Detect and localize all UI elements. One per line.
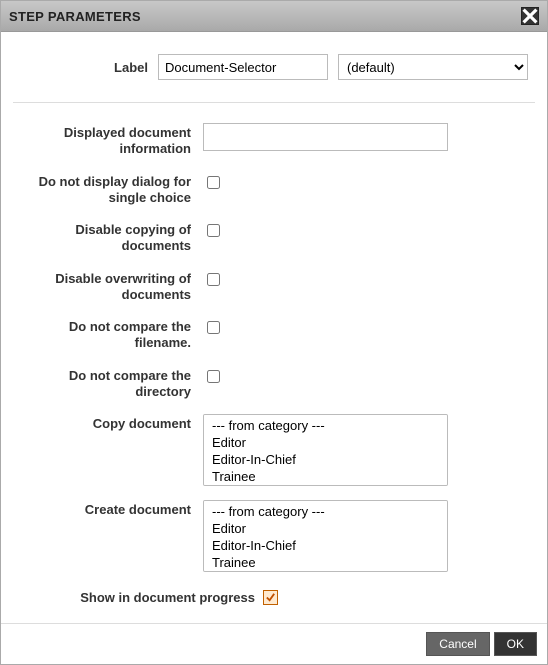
check-icon	[265, 592, 276, 603]
copy-opt-editor[interactable]: Editor	[206, 434, 445, 451]
row-displayed-info: Displayed document information	[13, 121, 535, 158]
ok-button[interactable]: OK	[494, 632, 537, 656]
show-in-progress-label: Show in document progress	[13, 590, 263, 605]
copy-document-label: Copy document	[13, 412, 203, 432]
row-no-dialog-single: Do not display dialog for single choice	[13, 170, 535, 207]
copy-opt-header[interactable]: --- from category ---	[206, 417, 445, 434]
disable-overwrite-checkbox[interactable]	[207, 273, 220, 286]
copy-opt-trainee[interactable]: Trainee	[206, 468, 445, 485]
no-dialog-single-label: Do not display dialog for single choice	[13, 170, 203, 207]
close-icon[interactable]	[521, 7, 539, 25]
preset-select[interactable]: (default)	[338, 54, 528, 80]
row-create-document: Create document --- from category --- Ed…	[13, 498, 535, 572]
row-no-compare-directory: Do not compare the directory	[13, 364, 535, 401]
displayed-info-label: Displayed document information	[13, 121, 203, 158]
label-input[interactable]	[158, 54, 328, 80]
dialog-footer: Cancel OK	[1, 623, 547, 664]
row-disable-overwrite: Disable overwriting of documents	[13, 267, 535, 304]
no-compare-directory-label: Do not compare the directory	[13, 364, 203, 401]
no-dialog-single-checkbox[interactable]	[207, 176, 220, 189]
titlebar: STEP PARAMETERS	[1, 1, 547, 32]
create-opt-trainee[interactable]: Trainee	[206, 554, 445, 571]
row-copy-document: Copy document --- from category --- Edit…	[13, 412, 535, 486]
create-opt-eic[interactable]: Editor-In-Chief	[206, 537, 445, 554]
create-opt-header[interactable]: --- from category ---	[206, 503, 445, 520]
step-parameters-dialog: STEP PARAMETERS Label (default) Displaye…	[0, 0, 548, 665]
disable-copy-checkbox[interactable]	[207, 224, 220, 237]
no-compare-filename-checkbox[interactable]	[207, 321, 220, 334]
cancel-button[interactable]: Cancel	[426, 632, 489, 656]
row-show-in-progress: Show in document progress	[13, 590, 535, 605]
no-compare-filename-label: Do not compare the filename.	[13, 315, 203, 352]
create-document-list[interactable]: --- from category --- Editor Editor-In-C…	[203, 500, 448, 572]
dialog-content: Label (default) Displayed document infor…	[1, 32, 547, 623]
label-label: Label	[13, 60, 158, 75]
copy-opt-eic[interactable]: Editor-In-Chief	[206, 451, 445, 468]
disable-overwrite-label: Disable overwriting of documents	[13, 267, 203, 304]
dialog-title: STEP PARAMETERS	[9, 9, 141, 24]
row-disable-copy: Disable copying of documents	[13, 218, 535, 255]
show-in-progress-checkbox[interactable]	[263, 590, 278, 605]
row-no-compare-filename: Do not compare the filename.	[13, 315, 535, 352]
displayed-info-input[interactable]	[203, 123, 448, 151]
create-document-label: Create document	[13, 498, 203, 518]
disable-copy-label: Disable copying of documents	[13, 218, 203, 255]
label-row: Label (default)	[13, 50, 535, 103]
no-compare-directory-checkbox[interactable]	[207, 370, 220, 383]
copy-document-list[interactable]: --- from category --- Editor Editor-In-C…	[203, 414, 448, 486]
create-opt-editor[interactable]: Editor	[206, 520, 445, 537]
